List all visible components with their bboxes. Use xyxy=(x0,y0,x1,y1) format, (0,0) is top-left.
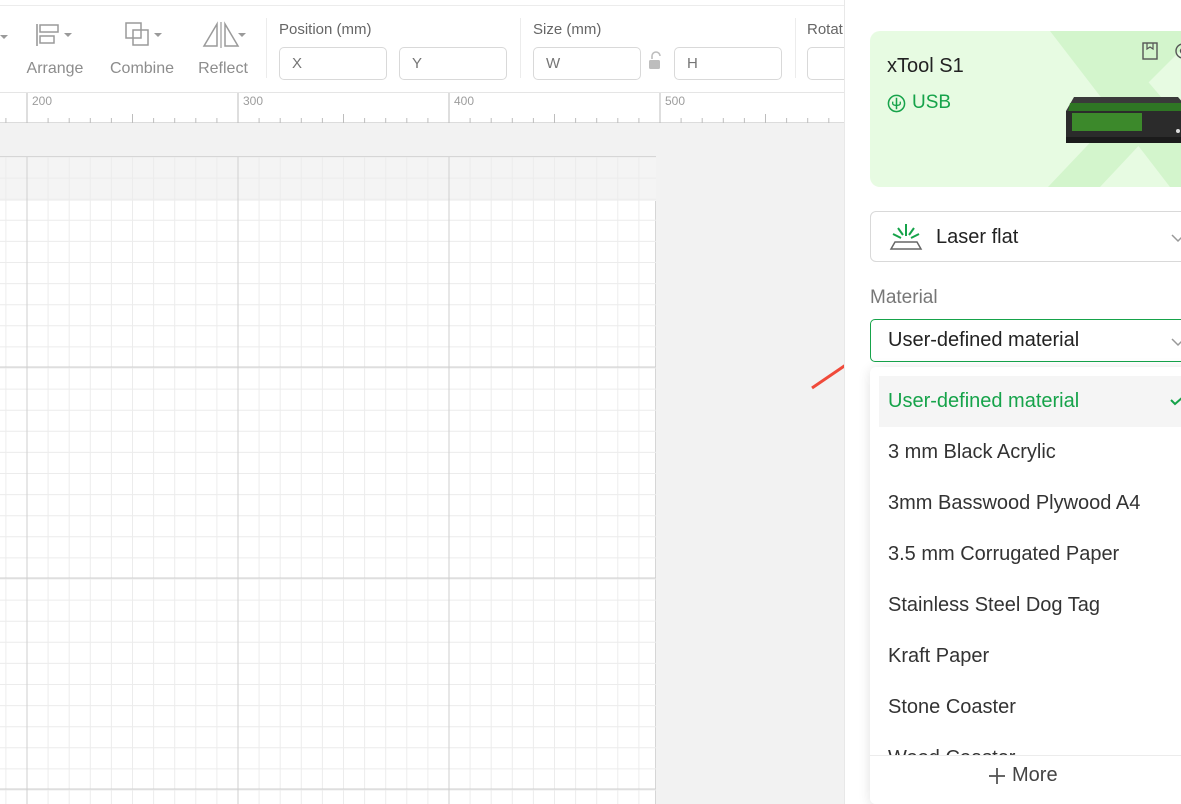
laser-machine-image xyxy=(1066,97,1181,143)
laser-flat-icon xyxy=(889,224,923,250)
toolbar: Arrange Combine Reflect Position (mm) X … xyxy=(0,0,867,93)
rotate-title: Rotat xyxy=(807,21,843,38)
material-option[interactable]: Stainless Steel Dog Tag xyxy=(879,580,1181,631)
material-selected-value: User-defined material xyxy=(888,329,1080,351)
material-option[interactable]: Kraft Paper xyxy=(879,631,1181,682)
connection-label: USB xyxy=(912,92,952,113)
material-option-label: 3 mm Black Acrylic xyxy=(888,441,1056,463)
toolbar-divider xyxy=(520,18,521,78)
more-label: More xyxy=(1012,764,1058,786)
position-x-input[interactable] xyxy=(279,47,387,80)
size-h-input[interactable] xyxy=(674,47,782,80)
material-option-label: Kraft Paper xyxy=(888,645,990,667)
plus-icon xyxy=(989,767,1005,784)
size-w-input[interactable] xyxy=(533,47,641,80)
ruler-label: 200 xyxy=(32,94,53,108)
arrange-icon xyxy=(18,20,92,50)
material-label: Material xyxy=(870,287,938,308)
material-option-label: 3.5 mm Corrugated Paper xyxy=(888,543,1120,565)
canvas-area[interactable] xyxy=(0,123,844,804)
combine-button[interactable]: Combine xyxy=(105,20,179,82)
material-option[interactable]: 3 mm Black Acrylic xyxy=(879,427,1181,478)
material-option[interactable]: 3mm Basswood Plywood A4 xyxy=(879,478,1181,529)
position-y-input[interactable] xyxy=(399,47,507,80)
reflect-icon xyxy=(186,20,260,50)
material-option[interactable]: 3.5 mm Corrugated Paper xyxy=(879,529,1181,580)
material-option-label: User-defined material xyxy=(888,390,1080,412)
app-window: Arrange Combine Reflect Position (mm) X … xyxy=(0,0,1181,804)
connection-status: USB xyxy=(887,92,951,114)
ruler-label: 400 xyxy=(454,94,475,108)
material-option-label: Stone Coaster xyxy=(888,696,1016,718)
arrange-button[interactable]: Arrange xyxy=(18,20,92,82)
check-icon xyxy=(1170,397,1181,406)
ruler-ticks xyxy=(5,93,830,123)
unlock-icon[interactable] xyxy=(648,51,664,71)
processing-mode-select[interactable]: Laser flat xyxy=(870,211,1181,262)
more-materials-button[interactable]: More xyxy=(988,764,1058,787)
chevron-down-icon xyxy=(1171,234,1181,243)
more-materials-bar: More xyxy=(870,755,1181,804)
horizontal-ruler: 200 300 400 500 xyxy=(0,93,844,123)
chevron-down-icon xyxy=(0,35,8,39)
ruler-label: 500 xyxy=(665,94,686,108)
processing-mode-label: Laser flat xyxy=(936,226,1019,248)
reflect-button[interactable]: Reflect xyxy=(186,20,260,82)
arrange-label: Arrange xyxy=(26,60,84,77)
combine-label: Combine xyxy=(109,60,175,77)
toolbar-divider xyxy=(795,18,796,78)
usb-icon xyxy=(887,94,906,112)
material-option-label: 3mm Basswood Plywood A4 xyxy=(888,492,1141,514)
size-title: Size (mm) xyxy=(533,21,602,38)
settings-icon[interactable] xyxy=(1174,42,1181,60)
position-title: Position (mm) xyxy=(279,21,372,38)
material-option-label: Stainless Steel Dog Tag xyxy=(888,594,1100,616)
chevron-down-icon xyxy=(1171,338,1181,347)
material-dropdown: User-defined material 3 mm Black Acrylic… xyxy=(870,367,1181,804)
material-option[interactable]: User-defined material xyxy=(879,376,1181,427)
work-area-grid[interactable] xyxy=(0,156,656,804)
material-select[interactable]: User-defined material xyxy=(870,319,1181,362)
reflect-label: Reflect xyxy=(198,60,248,77)
toolbar-divider xyxy=(266,18,267,78)
material-option[interactable]: Stone Coaster xyxy=(879,682,1181,733)
device-name: xTool S1 xyxy=(887,55,964,77)
ruler-label: 300 xyxy=(243,94,264,108)
combine-icon xyxy=(105,20,179,50)
toolbar-top-divider xyxy=(0,5,844,6)
right-panel: xTool S1 USB Laser flat Material User-de… xyxy=(844,0,1181,804)
device-card[interactable]: xTool S1 USB xyxy=(870,31,1181,187)
bookmark-icon[interactable] xyxy=(1141,42,1159,60)
grid-lines xyxy=(0,157,656,804)
